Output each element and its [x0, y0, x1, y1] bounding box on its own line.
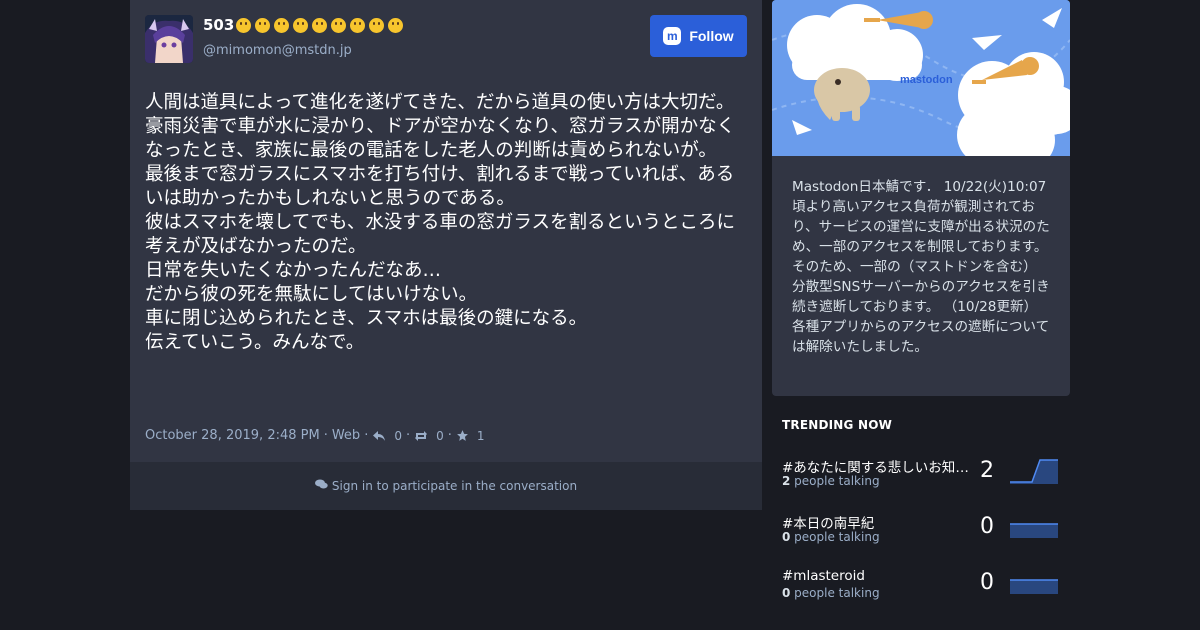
thinking-face-icon — [312, 18, 328, 33]
trending-tag-name[interactable]: #あなたに関する悲しいお知らせ — [782, 456, 972, 476]
meta-separator: · — [447, 428, 452, 443]
trending-item[interactable]: #mlasteroid 0 people talking 0 — [782, 568, 1062, 608]
worried-face-icon — [293, 18, 309, 33]
trending-item[interactable]: #あなたに関する悲しいお知らせ 2 people talking 2 — [782, 456, 1062, 496]
reply-icon[interactable] — [372, 430, 386, 442]
zipper-mouth-face-icon — [236, 18, 252, 33]
status-paragraph: 彼はスマホを壊してでも、水没する車の窓ガラスを割るというところに考えが及ばなかっ… — [145, 212, 735, 257]
trending-title: TRENDING NOW — [782, 418, 893, 432]
status-paragraph: 最後まで窓ガラスにスマホを打ち付け、割れるまで戦っていれば、あるいは助かったかも… — [145, 164, 735, 209]
trending-tag-name[interactable]: #本日の南早紀 — [782, 512, 972, 532]
display-name[interactable]: 503 — [203, 16, 404, 34]
avatar[interactable] — [145, 15, 193, 63]
comments-icon — [314, 479, 328, 493]
follow-button[interactable]: m Follow — [650, 15, 747, 57]
grinning-face-icon — [331, 18, 347, 33]
status-paragraph: 日常を失いたくなかったんだなあ… — [145, 260, 442, 281]
status-timestamp[interactable]: October 28, 2019, 2:48 PM — [145, 428, 320, 443]
trending-item[interactable]: #本日の南早紀 0 people talking 0 — [782, 512, 1062, 552]
status-meta: October 28, 2019, 2:48 PM · Web · 0 · 0 … — [145, 428, 485, 443]
trending-people: 0 people talking — [782, 586, 880, 600]
status-content: 人間は道具によって進化を遂げてきた、だから道具の使い方は大切だ。 豪雨災害で車が… — [145, 91, 745, 355]
participate-banner[interactable]: Sign in to participate in the conversati… — [130, 462, 762, 510]
trending-people: 2 people talking — [782, 474, 880, 488]
status-paragraph: 車に閉じ込められたとき、スマホは最後の鍵になる。 — [145, 308, 588, 329]
server-description: Mastodon日本鯖です． 10/22(火)10:07頃より高いアクセス負荷が… — [792, 179, 1050, 355]
favourite-count: 1 — [476, 428, 485, 443]
boost-icon[interactable] — [414, 430, 428, 442]
hero-illustration: mastodon — [772, 0, 1070, 156]
status-paragraph: だから彼の死を無駄にしてはいけない。 — [145, 284, 478, 305]
trending-sparkline — [1010, 579, 1058, 594]
reply-count: 0 — [394, 428, 402, 443]
status-client: Web — [331, 428, 361, 443]
trending-sparkline — [1010, 523, 1058, 538]
display-name-emojis — [236, 18, 404, 33]
participate-text: Sign in to participate in the conversati… — [331, 479, 578, 493]
trending-people: 0 people talking — [782, 530, 880, 544]
pleading-face-icon — [255, 18, 271, 33]
trending-count: 0 — [980, 570, 994, 595]
status-paragraph: 人間は道具によって進化を遂げてきた、だから道具の使い方は大切だ。 — [145, 92, 735, 113]
mastodon-logo-icon: m — [663, 27, 682, 45]
meta-separator: · — [405, 428, 411, 443]
status-paragraph: 伝えていこう。みんなで。 — [145, 332, 365, 353]
trending-count: 0 — [980, 514, 994, 539]
server-about-card: Mastodon日本鯖です． 10/22(火)10:07頃より高いアクセス負荷が… — [772, 156, 1070, 396]
trending-tag-name[interactable]: #mlasteroid — [782, 568, 972, 584]
status-card: 503 @mimomon@mstdn.jp m Follow 人間は道具によって… — [130, 0, 762, 462]
trending-sparkline — [1010, 459, 1058, 484]
winking-tongue-face-icon — [369, 18, 385, 33]
svg-text:mastodon: mastodon — [900, 74, 953, 86]
account-handle[interactable]: @mimomon@mstdn.jp — [203, 43, 352, 58]
trending-count: 2 — [980, 458, 994, 483]
rolling-eyes-face-icon — [274, 18, 290, 33]
partying-face-icon — [388, 18, 404, 33]
hugging-face-icon — [350, 18, 366, 33]
status-paragraph: 豪雨災害で車が水に浸かり、ドアが空かなくなり、窓ガラスが開かなくなったとき、家族… — [145, 116, 736, 161]
meta-separator: · — [364, 428, 369, 443]
star-icon[interactable] — [456, 429, 469, 442]
meta-separator: · — [323, 428, 328, 443]
boost-count: 0 — [436, 428, 444, 443]
